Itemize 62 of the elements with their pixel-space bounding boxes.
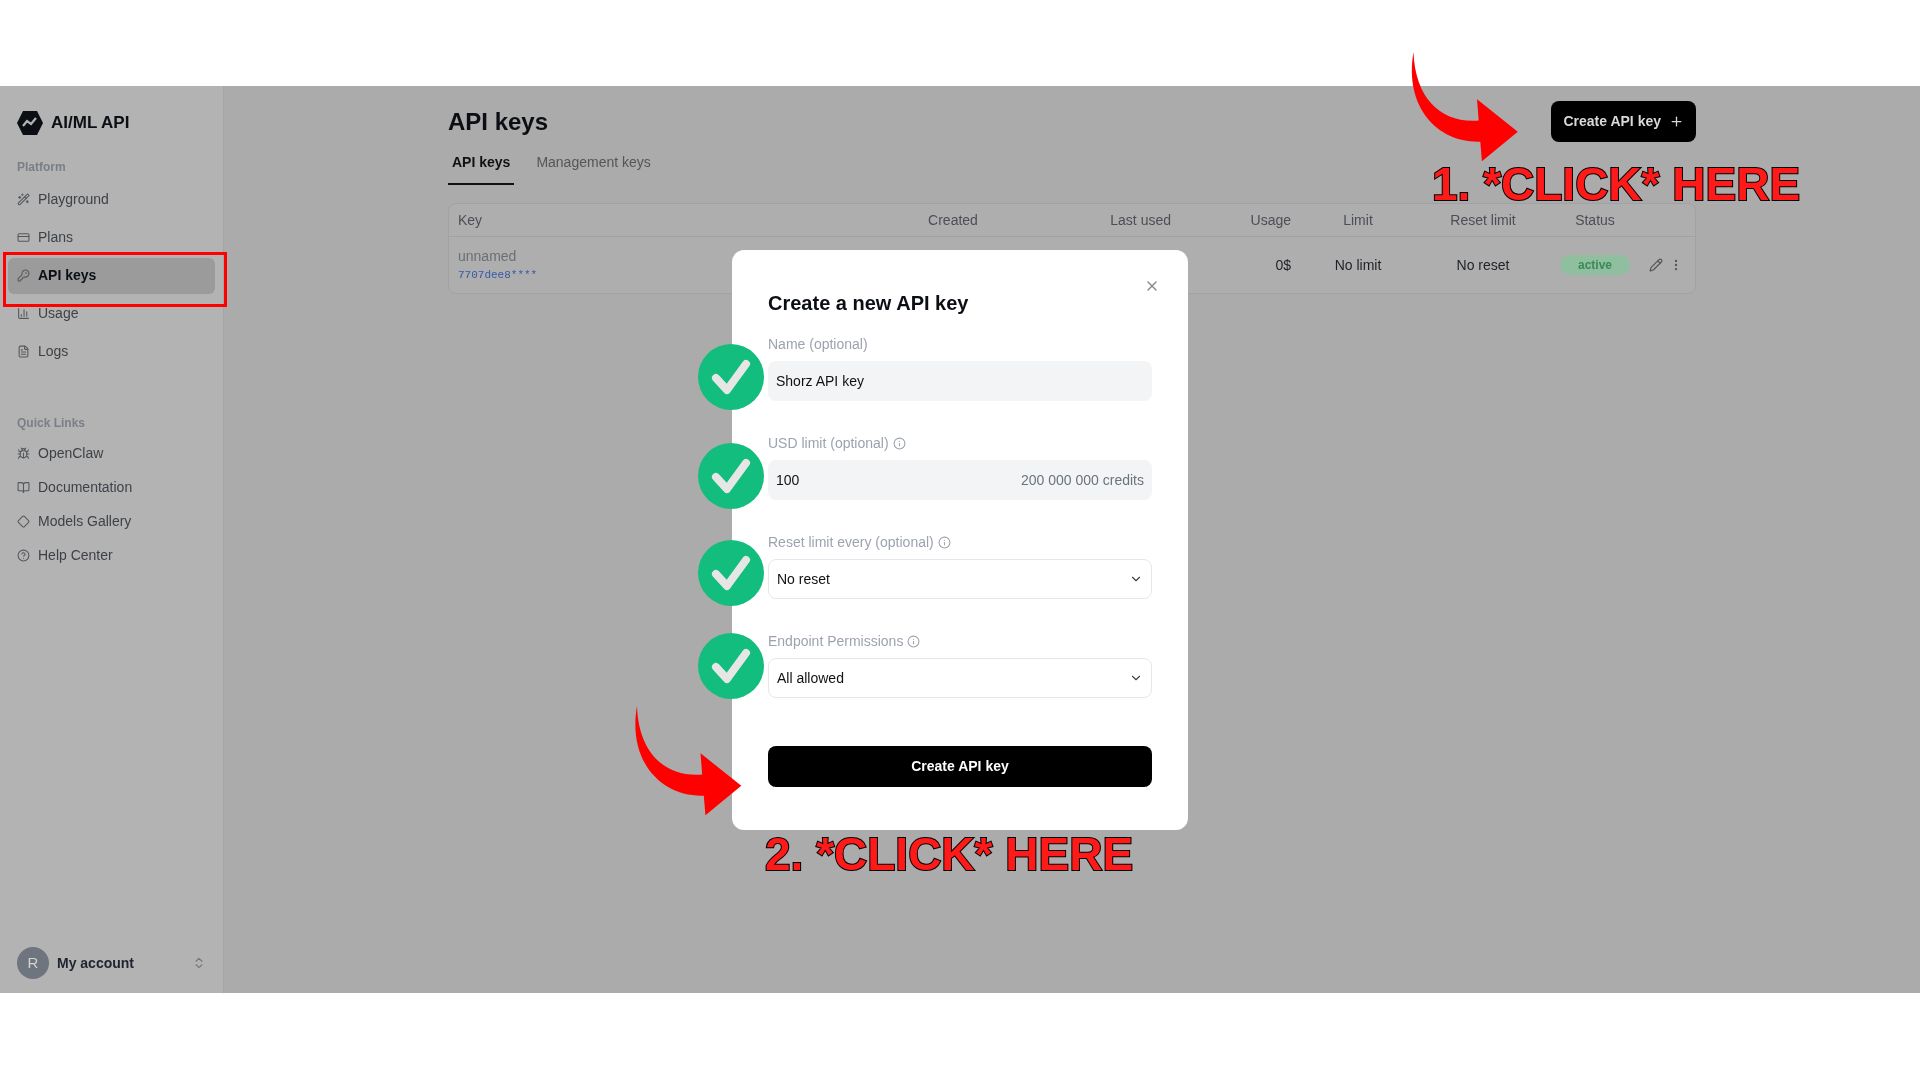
column-header: Limit — [1343, 210, 1373, 230]
status-badge: active — [1560, 255, 1630, 275]
field-label: USD limit (optional) — [768, 434, 889, 453]
plus-icon — [1669, 114, 1684, 129]
column-header: Status — [1575, 210, 1615, 230]
avatar: R — [17, 947, 49, 979]
page-title: API keys — [448, 106, 549, 137]
card-icon — [17, 231, 30, 244]
tab[interactable]: API keys — [448, 152, 515, 185]
sidebar-item[interactable]: OpenClaw — [8, 437, 215, 470]
logo-text: AI/ML API — [51, 112, 130, 134]
account-label: My account — [57, 953, 135, 973]
key-link[interactable]: 7707dee8**** — [458, 267, 538, 284]
table-cell-text: 0$ — [1275, 255, 1291, 275]
usd-limit-input-field[interactable]: 100 200 000 000 credits — [768, 460, 1152, 500]
sidebar-item[interactable]: Logs — [8, 333, 215, 370]
info-icon — [892, 437, 906, 450]
key-name: unnamed — [458, 247, 518, 267]
name-input-field[interactable]: Shorz API key — [768, 361, 1152, 401]
column-header: Usage — [1250, 210, 1291, 230]
column-header: Created — [928, 210, 978, 230]
callout-text: 2. *CLICK* HERE — [765, 827, 1134, 882]
create-api-key-submit-button[interactable]: Create API key — [768, 746, 1152, 787]
section-heading: Quick Links — [16, 414, 87, 432]
diamond-icon — [17, 515, 30, 528]
check-circle-icon — [698, 344, 764, 410]
sidebar-item[interactable]: API keys — [8, 257, 215, 294]
sidebar-item[interactable]: Models Gallery — [8, 505, 215, 538]
info-icon — [907, 635, 921, 648]
sidebar-item[interactable]: Playground — [8, 181, 215, 218]
bar-chart-icon — [17, 307, 30, 320]
help-icon — [17, 549, 30, 562]
column-header: Reset limit — [1450, 210, 1516, 230]
sidebar-item[interactable]: Plans — [8, 219, 215, 256]
dialog-title: Create a new API key — [768, 291, 970, 316]
document-icon — [17, 345, 30, 358]
tab[interactable]: Management keys — [532, 152, 655, 185]
check-circle-icon — [698, 633, 764, 699]
select-dropdown[interactable]: All allowed — [768, 658, 1152, 698]
logo-icon — [17, 110, 43, 135]
book-icon — [17, 481, 30, 494]
select-dropdown[interactable]: No reset — [768, 559, 1152, 599]
column-header: Key — [457, 210, 483, 230]
field-label: Endpoint Permissions — [768, 632, 904, 651]
callout-text: 1. *CLICK* HERE — [1432, 157, 1801, 212]
check-circle-icon — [698, 443, 764, 509]
sidebar-item[interactable]: Help Center — [8, 539, 215, 572]
create-api-key-button[interactable]: Create API key — [1551, 101, 1696, 142]
wand-icon — [17, 193, 30, 206]
sidebar-item[interactable]: Documentation — [8, 471, 215, 504]
table-cell-text: No limit — [1334, 255, 1382, 275]
key-icon — [17, 269, 30, 282]
table-cell-text: No reset — [1456, 255, 1510, 275]
field-label: Name (optional) — [768, 335, 868, 354]
check-circle-icon — [698, 540, 764, 606]
info-icon — [937, 536, 951, 549]
bug-icon — [17, 447, 30, 460]
column-header: Last used — [1110, 210, 1171, 230]
section-heading: Platform — [16, 158, 67, 176]
sidebar-item[interactable]: Usage — [8, 295, 215, 332]
field-label: Reset limit every (optional) — [768, 533, 934, 552]
edit-icon[interactable] — [1649, 258, 1663, 272]
